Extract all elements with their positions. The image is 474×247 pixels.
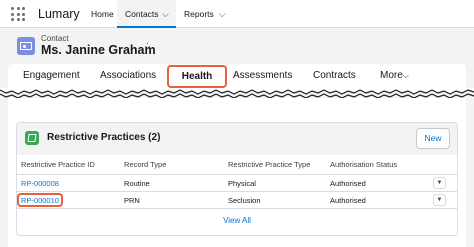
- restrictive-practices-card: Restrictive Practices (2) New Restrictiv…: [16, 122, 458, 236]
- column-header[interactable]: Restrictive Practice Type: [228, 160, 310, 169]
- nav-item-home[interactable]: Home: [91, 0, 114, 28]
- restrictive-practices-title[interactable]: Restrictive Practices (2): [47, 132, 160, 143]
- tab-more-label: More: [380, 70, 403, 81]
- contact-card-icon: [17, 37, 35, 55]
- authorisation-status-cell: Authorised: [330, 179, 366, 188]
- practice-type-cell: Seclusion: [228, 196, 261, 205]
- table-row: RP-000008 Routine Physical Authorised ▼: [17, 175, 457, 192]
- new-button[interactable]: New: [416, 128, 450, 149]
- tab-contracts[interactable]: Contracts: [313, 64, 356, 90]
- record-type-cell: Routine: [124, 179, 150, 188]
- app-name: Lumary: [38, 7, 80, 21]
- chevron-down-icon[interactable]: ⌵: [162, 0, 169, 28]
- nav-item-contacts[interactable]: Contacts ⌵: [117, 0, 176, 28]
- authorisation-status-cell: Authorised: [330, 196, 366, 205]
- tab-associations[interactable]: Associations: [100, 64, 156, 90]
- row-actions-dropdown-icon[interactable]: ▼: [433, 194, 446, 206]
- tab-more[interactable]: More⌵: [380, 64, 409, 90]
- record-name: Ms. Janine Graham: [41, 43, 156, 57]
- table-header: Restrictive Practice ID Record Type Rest…: [17, 156, 457, 175]
- column-header[interactable]: Record Type: [124, 160, 166, 169]
- column-header[interactable]: Restrictive Practice ID: [21, 160, 95, 169]
- record-type-cell: PRN: [124, 196, 140, 205]
- chevron-down-icon: ⌵: [402, 71, 409, 80]
- tab-assessments[interactable]: Assessments: [233, 64, 292, 90]
- row-actions-dropdown-icon[interactable]: ▼: [433, 177, 446, 189]
- practice-type-cell: Physical: [228, 179, 256, 188]
- top-navigation-bar: Lumary Home Contacts ⌵ Reports ⌵: [0, 0, 474, 28]
- column-header[interactable]: Authorisation Status: [330, 160, 397, 169]
- app-launcher-icon[interactable]: [11, 7, 25, 21]
- restrictive-practices-header: Restrictive Practices (2) New: [17, 123, 457, 155]
- nav-item-reports[interactable]: Reports ⌵: [184, 0, 226, 28]
- tab-health[interactable]: Health: [167, 65, 227, 88]
- restrictive-practice-id-link[interactable]: RP-000010: [21, 196, 59, 205]
- table-row: RP-000010 PRN Seclusion Authorised ▼: [17, 192, 457, 209]
- hierarchy-icon[interactable]: ∴: [145, 41, 150, 50]
- restrictive-practice-icon: [25, 131, 39, 145]
- torn-edge-divider: [0, 88, 474, 98]
- view-all-link[interactable]: View All: [17, 216, 457, 225]
- chevron-down-icon[interactable]: ⌵: [219, 9, 226, 19]
- restrictive-practice-id-link[interactable]: RP-000008: [21, 179, 59, 188]
- nav-item-contacts-label: Contacts: [125, 9, 159, 19]
- tab-engagement[interactable]: Engagement: [23, 64, 80, 90]
- nav-item-reports-label: Reports: [184, 9, 214, 19]
- record-header: Contact Ms. Janine Graham ∴: [8, 30, 466, 63]
- record-type-label: Contact: [41, 34, 69, 43]
